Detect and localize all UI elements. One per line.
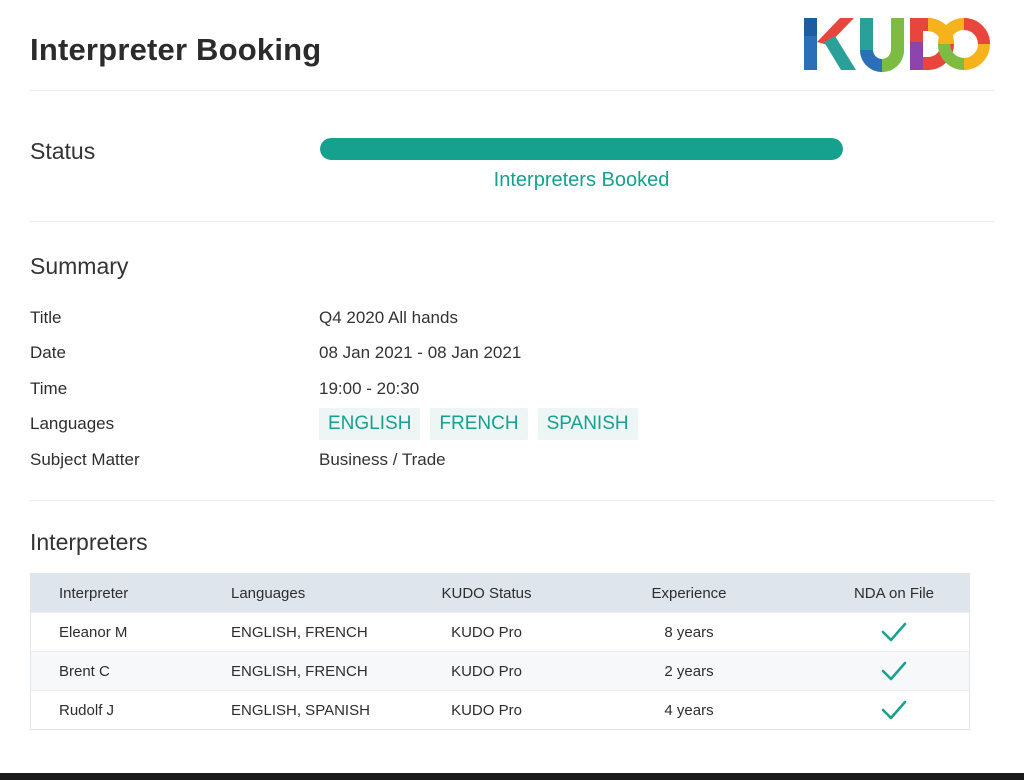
- language-chips: ENGLISH FRENCH SPANISH: [319, 408, 638, 440]
- summary-key: Date: [30, 343, 66, 362]
- summary-heading: Summary: [30, 253, 129, 279]
- summary-value: Q4 2020 All hands: [319, 308, 458, 327]
- interpreter-experience: 8 years: [664, 623, 714, 641]
- checkmark-icon: [881, 700, 907, 720]
- summary-key: Title: [30, 308, 62, 327]
- nda-cell: [819, 621, 969, 643]
- language-chip: SPANISH: [537, 408, 638, 440]
- status-label: Status: [30, 138, 96, 164]
- interpreter-status: KUDO Pro: [451, 662, 522, 680]
- status-progress-fill: [320, 138, 843, 160]
- interpreter-status: KUDO Pro: [451, 623, 522, 641]
- summary-row-title: Title Q4 2020 All hands: [30, 304, 970, 334]
- column-header-experience: Experience: [651, 584, 727, 602]
- interpreters-section: Interpreters Interpreter Languages KUDO …: [30, 501, 994, 771]
- interpreters-heading: Interpreters: [30, 529, 148, 555]
- interpreter-status: KUDO Pro: [451, 701, 522, 719]
- page-title: Interpreter Booking: [30, 32, 322, 67]
- column-header-languages: Languages: [231, 584, 306, 602]
- summary-row-subject: Subject Matter Business / Trade: [30, 446, 970, 476]
- checkmark-icon: [881, 661, 907, 681]
- logo-letter-o: [938, 18, 990, 70]
- kudo-logo: [804, 18, 990, 72]
- interpreter-name: Rudolf J: [59, 701, 115, 719]
- nda-cell: [819, 699, 969, 721]
- status-text: Interpreters Booked: [493, 169, 670, 191]
- column-header-interpreter: Interpreter: [59, 584, 129, 602]
- status-progress-bar: [320, 138, 843, 160]
- interpreter-languages: ENGLISH, SPANISH: [231, 701, 370, 719]
- logo-letter-k: [804, 18, 856, 70]
- interpreter-languages: ENGLISH, FRENCH: [231, 662, 368, 680]
- column-header-kudo-status: KUDO Status: [441, 584, 532, 602]
- page-header: Interpreter Booking: [30, 0, 994, 91]
- status-section: Status Interpreters Booked: [30, 91, 994, 222]
- booking-page: Interpreter Booking Status Interpreters …: [0, 0, 1024, 780]
- column-header-nda: NDA on File: [853, 584, 935, 602]
- table-row: Rudolf J ENGLISH, SPANISH KUDO Pro 4 yea…: [31, 690, 969, 729]
- nda-cell: [819, 660, 969, 682]
- summary-value: 19:00 - 20:30: [319, 379, 420, 398]
- table-row: Eleanor M ENGLISH, FRENCH KUDO Pro 8 yea…: [31, 612, 969, 651]
- interpreter-experience: 2 years: [664, 662, 714, 680]
- summary-row-date: Date 08 Jan 2021 - 08 Jan 2021: [30, 339, 970, 369]
- summary-row-languages: Languages ENGLISH FRENCH SPANISH: [30, 408, 970, 440]
- interpreter-name: Eleanor M: [59, 623, 128, 641]
- interpreter-name: Brent C: [59, 662, 110, 680]
- interpreter-languages: ENGLISH, FRENCH: [231, 623, 368, 641]
- summary-value: Business / Trade: [319, 450, 446, 469]
- summary-value: 08 Jan 2021 - 08 Jan 2021: [319, 343, 522, 362]
- summary-section: Summary Title Q4 2020 All hands Date 08 …: [30, 222, 994, 501]
- summary-key: Time: [30, 379, 68, 398]
- summary-key: Languages: [30, 414, 115, 433]
- interpreters-table: Interpreter Languages KUDO Status Experi…: [30, 573, 970, 730]
- language-chip: ENGLISH: [319, 408, 421, 440]
- summary-key: Subject Matter: [30, 450, 140, 469]
- interpreter-experience: 4 years: [664, 701, 714, 719]
- checkmark-icon: [881, 622, 907, 642]
- summary-row-time: Time 19:00 - 20:30: [30, 375, 970, 405]
- bottom-edge-bar: [0, 773, 1024, 780]
- language-chip: FRENCH: [430, 408, 528, 440]
- table-header: Interpreter Languages KUDO Status Experi…: [31, 574, 969, 612]
- logo-letter-u: [860, 18, 904, 72]
- table-row: Brent C ENGLISH, FRENCH KUDO Pro 2 years: [31, 651, 969, 690]
